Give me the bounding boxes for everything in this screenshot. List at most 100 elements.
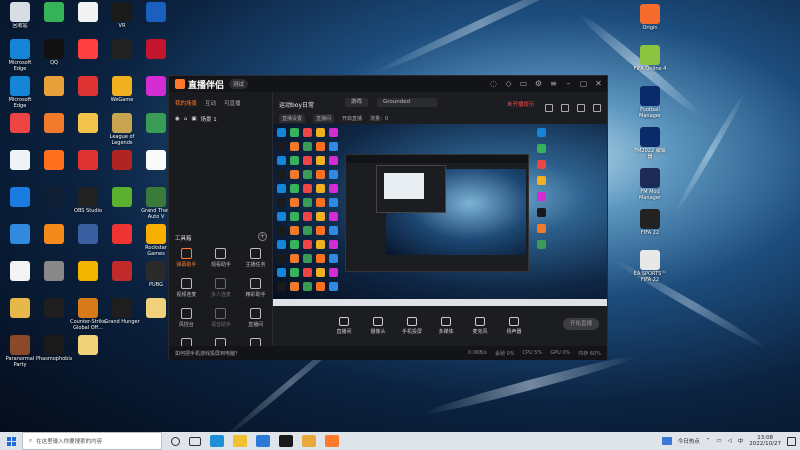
- tool-item[interactable]: 弹幕助手: [169, 248, 204, 268]
- desktop-icon[interactable]: [70, 76, 106, 109]
- desktop-icon[interactable]: League of Legends: [104, 113, 140, 146]
- chevron-up-icon[interactable]: ⌃: [706, 438, 711, 444]
- desktop-icon[interactable]: [70, 2, 106, 35]
- desktop-icon[interactable]: 回收站: [2, 2, 38, 35]
- desktop-icon[interactable]: Microsoft Edge: [2, 76, 38, 109]
- stream-title[interactable]: 运动boy日常: [279, 100, 314, 109]
- menu-icon[interactable]: ≡: [549, 79, 558, 88]
- desktop-icon[interactable]: EA SPORTS™ FIFA 22: [632, 250, 668, 283]
- desktop-icon[interactable]: [2, 298, 38, 331]
- volume-icon[interactable]: ◁: [728, 438, 732, 444]
- category-pill[interactable]: 游戏: [345, 98, 369, 107]
- eye-icon[interactable]: ◉: [175, 116, 180, 122]
- desktop-icon[interactable]: [70, 113, 106, 146]
- notification-icon[interactable]: [787, 436, 796, 446]
- store-taskbar-icon[interactable]: [256, 435, 270, 447]
- desktop-icon[interactable]: FIFA Online 4: [632, 45, 668, 78]
- desktop-icon[interactable]: [70, 261, 106, 294]
- search-box[interactable]: ⌕ 在这里输入你要搜索的内容: [22, 432, 162, 450]
- tool-item[interactable]: 直播间: [238, 308, 273, 328]
- stream-preview[interactable]: [273, 124, 607, 306]
- desktop-icon[interactable]: [104, 39, 140, 72]
- desktop-icon[interactable]: WeGame: [104, 76, 140, 109]
- task-view-icon[interactable]: [189, 436, 201, 446]
- tool-item[interactable]: 视频连麦: [169, 278, 204, 298]
- obs-taskbar-icon[interactable]: [279, 435, 293, 447]
- stream-info-item[interactable]: 直播间: [313, 114, 335, 123]
- source-control-button[interactable]: 扬声器: [503, 317, 525, 335]
- tool-item[interactable]: 观看助手: [204, 248, 239, 268]
- lock-icon[interactable]: ⌂: [184, 116, 188, 122]
- add-tool-icon[interactable]: +: [258, 232, 267, 241]
- desktop-icon[interactable]: [2, 150, 38, 183]
- desktop-icon[interactable]: [36, 113, 72, 146]
- desktop-icon[interactable]: Microsoft Edge: [2, 39, 38, 72]
- live-app-taskbar-icon[interactable]: [325, 435, 339, 447]
- cortana-icon[interactable]: [171, 436, 180, 446]
- game-pill[interactable]: Grounded: [377, 98, 437, 107]
- scene-tab[interactable]: 我的场景: [175, 99, 197, 107]
- app-taskbar-icon[interactable]: [302, 435, 316, 447]
- mail-icon[interactable]: ▭: [519, 79, 528, 88]
- stream-info-item[interactable]: 直播设置: [279, 114, 306, 123]
- desktop-icon[interactable]: Grand Hunger: [104, 298, 140, 331]
- desktop-icon[interactable]: [2, 113, 38, 146]
- desktop-icon[interactable]: Paranormal Party: [2, 335, 38, 368]
- shirt-icon[interactable]: ◇: [504, 79, 513, 88]
- news-icon[interactable]: [661, 437, 672, 445]
- desktop-icon[interactable]: Football Manager 2022: [632, 86, 668, 119]
- tool-item[interactable]: 风控台: [169, 308, 204, 328]
- clock[interactable]: 13:08 2022/10/27: [749, 435, 781, 448]
- desktop-icon[interactable]: [36, 2, 72, 35]
- desktop-icon[interactable]: [36, 76, 72, 109]
- tool-item[interactable]: 精彩助手: [238, 278, 273, 298]
- desktop-icon[interactable]: VR: [104, 2, 140, 35]
- tool-item[interactable]: 多人连麦: [204, 278, 239, 298]
- version-badge[interactable]: 测试: [229, 79, 249, 89]
- maximize-icon[interactable]: ▢: [579, 79, 588, 88]
- desktop-icon[interactable]: [2, 224, 38, 257]
- start-button[interactable]: [0, 432, 22, 450]
- desktop-icon[interactable]: [36, 298, 72, 331]
- close-icon[interactable]: ✕: [594, 79, 603, 88]
- delete-icon[interactable]: [577, 104, 585, 112]
- desktop-icon[interactable]: [70, 335, 106, 368]
- desktop-icon[interactable]: QQ: [36, 39, 72, 72]
- scene-tab[interactable]: 可直播: [224, 99, 241, 107]
- start-live-button[interactable]: 开始直播: [563, 318, 599, 330]
- source-control-button[interactable]: 麦克风: [469, 317, 491, 335]
- scene-tab[interactable]: 互动: [205, 99, 216, 107]
- desktop-icon[interactable]: [70, 150, 106, 183]
- desktop-icon[interactable]: [36, 261, 72, 294]
- desktop-icon[interactable]: FM2022 编辑器: [632, 127, 668, 160]
- desktop-icon[interactable]: [36, 187, 72, 220]
- minimize-icon[interactable]: –: [564, 79, 573, 88]
- desktop-icon[interactable]: [2, 261, 38, 294]
- desktop-icon[interactable]: [104, 187, 140, 220]
- desktop-icon[interactable]: Origin: [632, 4, 668, 37]
- ime-icon[interactable]: 中: [738, 437, 744, 445]
- settings-icon[interactable]: ⚙: [534, 79, 543, 88]
- layout-icon[interactable]: [545, 104, 553, 112]
- source-control-button[interactable]: 手机投屏: [401, 317, 423, 335]
- desktop-icon[interactable]: [138, 39, 174, 72]
- desktop-icon[interactable]: [104, 261, 140, 294]
- edge-taskbar-icon[interactable]: [210, 435, 224, 447]
- news-label[interactable]: 今日热点: [678, 437, 700, 445]
- chat-icon[interactable]: ◌: [489, 79, 498, 88]
- desktop-icon[interactable]: [104, 150, 140, 183]
- source-control-button[interactable]: 摄像头: [367, 317, 389, 335]
- desktop-icon[interactable]: [70, 39, 106, 72]
- source-control-button[interactable]: 多媒体: [435, 317, 457, 335]
- network-icon[interactable]: ▭: [716, 438, 721, 444]
- desktop-icon[interactable]: Phasmophobia: [36, 335, 72, 368]
- scene-item[interactable]: ◉ ⌂ ▣ 场景 1: [169, 111, 272, 127]
- desktop-icon[interactable]: [104, 224, 140, 257]
- source-control-button[interactable]: 直播间: [333, 317, 355, 335]
- desktop-icon[interactable]: OBS Studio: [70, 187, 106, 220]
- tool-item[interactable]: 语音助手: [204, 308, 239, 328]
- desktop-icon[interactable]: [36, 224, 72, 257]
- desktop-icon[interactable]: [70, 224, 106, 257]
- help-link[interactable]: 如何把手机游戏投屏到电脑？: [175, 350, 240, 357]
- desktop-icon[interactable]: Counter-Strike Global Off...: [70, 298, 106, 331]
